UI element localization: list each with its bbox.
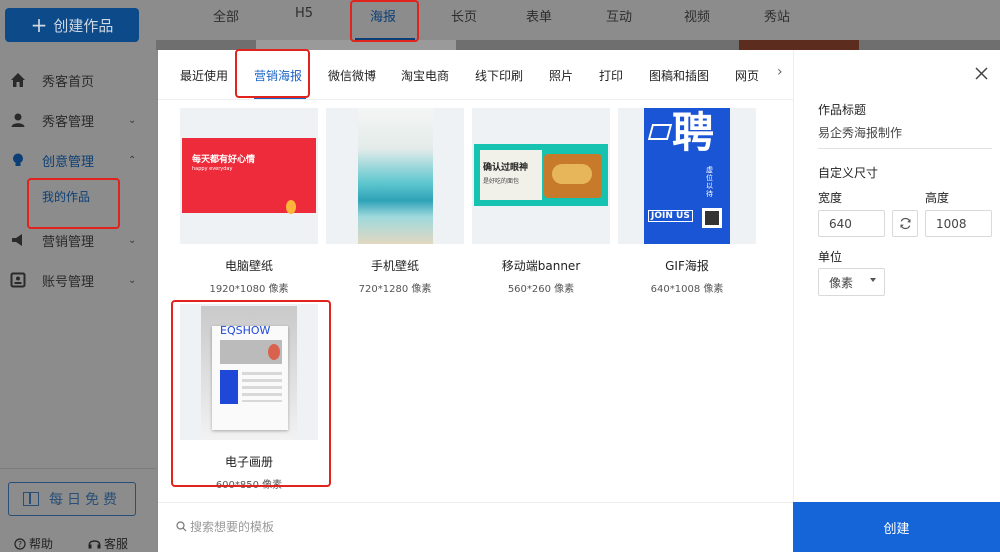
sidebar: + 创建作品 秀客首页 秀客管理 ⌄ 创意管理 ⌃ 我的作品 营销管理 ⌄ 账号… bbox=[0, 0, 156, 552]
help-link[interactable]: ? 帮助 bbox=[14, 535, 53, 552]
service-label: 客服 bbox=[104, 537, 129, 551]
daily-free-label: 每日免费 bbox=[49, 492, 121, 508]
height-label: 高度 bbox=[925, 191, 950, 205]
tab-site[interactable]: 秀站 bbox=[764, 6, 790, 25]
width-label: 宽度 bbox=[818, 191, 843, 205]
highlight-e-brochure bbox=[171, 300, 331, 487]
width-input[interactable]: 640 bbox=[818, 210, 885, 237]
chevron-down-icon: ⌄ bbox=[128, 274, 137, 286]
unit-select[interactable]: 像素 bbox=[818, 268, 885, 296]
unit-label: 单位 bbox=[818, 250, 843, 264]
thumb-sidetext: 虚位以待 bbox=[706, 166, 713, 199]
unit-value: 像素 bbox=[829, 275, 854, 290]
thumb-text: 确认过眼神 bbox=[483, 163, 529, 173]
thumb-text: 每天都有好心情 bbox=[192, 155, 256, 165]
template-search[interactable]: 搜索想要的模板 bbox=[176, 518, 274, 535]
account-icon bbox=[10, 272, 26, 288]
thumb-subtext: happy everyday bbox=[192, 166, 233, 172]
sidebar-item-creative[interactable]: 创意管理 ⌃ bbox=[0, 140, 156, 180]
template-name: 手机壁纸 bbox=[370, 259, 419, 273]
chevron-right-icon[interactable]: › bbox=[777, 64, 783, 80]
template-name: 电脑壁纸 bbox=[224, 259, 273, 273]
sidebar-item-account[interactable]: 账号管理 ⌄ bbox=[0, 260, 156, 300]
tab-web[interactable]: 网页 bbox=[735, 67, 759, 84]
highlight-marketing-tab bbox=[235, 49, 310, 98]
close-icon[interactable] bbox=[975, 67, 988, 80]
tab-offline-print[interactable]: 线下印刷 bbox=[475, 67, 523, 84]
tab-video[interactable]: 视频 bbox=[684, 6, 710, 25]
top-category-tabs: 全部 H5 海报 长页 表单 互动 视频 秀站 bbox=[156, 0, 1000, 40]
title-label: 作品标题 bbox=[818, 103, 867, 117]
refresh-icon bbox=[899, 217, 911, 230]
caret-down-icon bbox=[870, 278, 876, 282]
help-icon: ? bbox=[14, 537, 26, 550]
tab-print[interactable]: 打印 bbox=[599, 67, 623, 84]
sidebar-divider bbox=[0, 468, 156, 469]
bulb-icon bbox=[10, 152, 26, 168]
template-thumbnail: 每天都有好心情 happy everyday bbox=[180, 108, 318, 244]
work-title-input[interactable]: 易企秀海报制作 bbox=[818, 124, 992, 149]
template-thumbnail: 聘 虚位以待 JOIN US bbox=[618, 108, 756, 244]
custom-size-label: 自定义尺寸 bbox=[818, 166, 879, 180]
thumb-text: 聘 bbox=[672, 108, 715, 157]
create-work-button[interactable]: + 创建作品 bbox=[5, 8, 139, 42]
tab-all[interactable]: 全部 bbox=[213, 6, 239, 25]
highlight-poster-tab bbox=[350, 0, 419, 42]
chevron-down-icon: ⌄ bbox=[128, 114, 137, 126]
chevron-up-icon: ⌃ bbox=[128, 154, 137, 166]
megaphone-icon bbox=[10, 232, 26, 248]
search-icon bbox=[176, 521, 187, 532]
settings-panel: 作品标题 易企秀海报制作 自定义尺寸 宽度 高度 640 1008 单位 像素 bbox=[793, 50, 1000, 552]
sidebar-item-label: 创意管理 bbox=[42, 154, 95, 170]
daily-free-button[interactable]: 每日免费 bbox=[8, 482, 136, 516]
template-dimensions: 720*1280 像素 bbox=[358, 284, 432, 295]
user-icon bbox=[10, 112, 26, 128]
svg-text:?: ? bbox=[18, 540, 22, 549]
height-input[interactable]: 1008 bbox=[925, 210, 992, 237]
create-button[interactable]: 创建 bbox=[793, 502, 1000, 552]
divider bbox=[158, 502, 793, 503]
search-placeholder: 搜索想要的模板 bbox=[190, 520, 275, 534]
gift-icon bbox=[23, 492, 39, 506]
tab-long-page[interactable]: 长页 bbox=[451, 6, 477, 25]
sidebar-item-customers[interactable]: 秀客管理 ⌄ bbox=[0, 100, 156, 140]
template-name: GIF海报 bbox=[665, 259, 709, 273]
plus-icon: + bbox=[30, 13, 48, 37]
tab-h5[interactable]: H5 bbox=[295, 6, 313, 21]
tab-form[interactable]: 表单 bbox=[526, 6, 552, 25]
tab-photo[interactable]: 照片 bbox=[549, 67, 573, 84]
template-thumbnail: 确认过眼神 是好吃的面包 bbox=[472, 108, 610, 244]
template-dimensions: 640*1008 像素 bbox=[650, 284, 724, 295]
swap-dimensions-button[interactable] bbox=[892, 210, 918, 237]
tab-recent[interactable]: 最近使用 bbox=[180, 67, 228, 84]
sidebar-item-label: 秀客管理 bbox=[42, 114, 95, 130]
service-link[interactable]: 客服 bbox=[88, 535, 128, 552]
tab-interactive[interactable]: 互动 bbox=[606, 6, 632, 25]
template-thumbnail bbox=[326, 108, 464, 244]
thumb-subtext: JOIN US bbox=[648, 210, 693, 222]
help-label: 帮助 bbox=[29, 537, 54, 551]
template-name: 移动端banner bbox=[501, 259, 581, 273]
template-dimensions: 1920*1080 像素 bbox=[209, 284, 289, 295]
sidebar-item-label: 营销管理 bbox=[42, 234, 95, 250]
chevron-down-icon: ⌄ bbox=[128, 234, 137, 246]
tab-wechat-weibo[interactable]: 微信微博 bbox=[328, 67, 376, 84]
tab-illustration[interactable]: 图稿和插图 bbox=[649, 67, 709, 84]
template-dimensions: 560*260 像素 bbox=[507, 284, 575, 295]
sidebar-item-label: 账号管理 bbox=[42, 274, 95, 290]
sidebar-item-home[interactable]: 秀客首页 bbox=[0, 60, 156, 100]
sidebar-item-label: 秀客首页 bbox=[42, 74, 95, 90]
tab-taobao[interactable]: 淘宝电商 bbox=[401, 67, 449, 84]
home-icon bbox=[10, 72, 26, 88]
thumb-subtext: 是好吃的面包 bbox=[483, 178, 520, 185]
create-work-label: 创建作品 bbox=[53, 16, 114, 35]
headset-icon bbox=[88, 539, 101, 548]
highlight-my-works bbox=[27, 178, 120, 229]
